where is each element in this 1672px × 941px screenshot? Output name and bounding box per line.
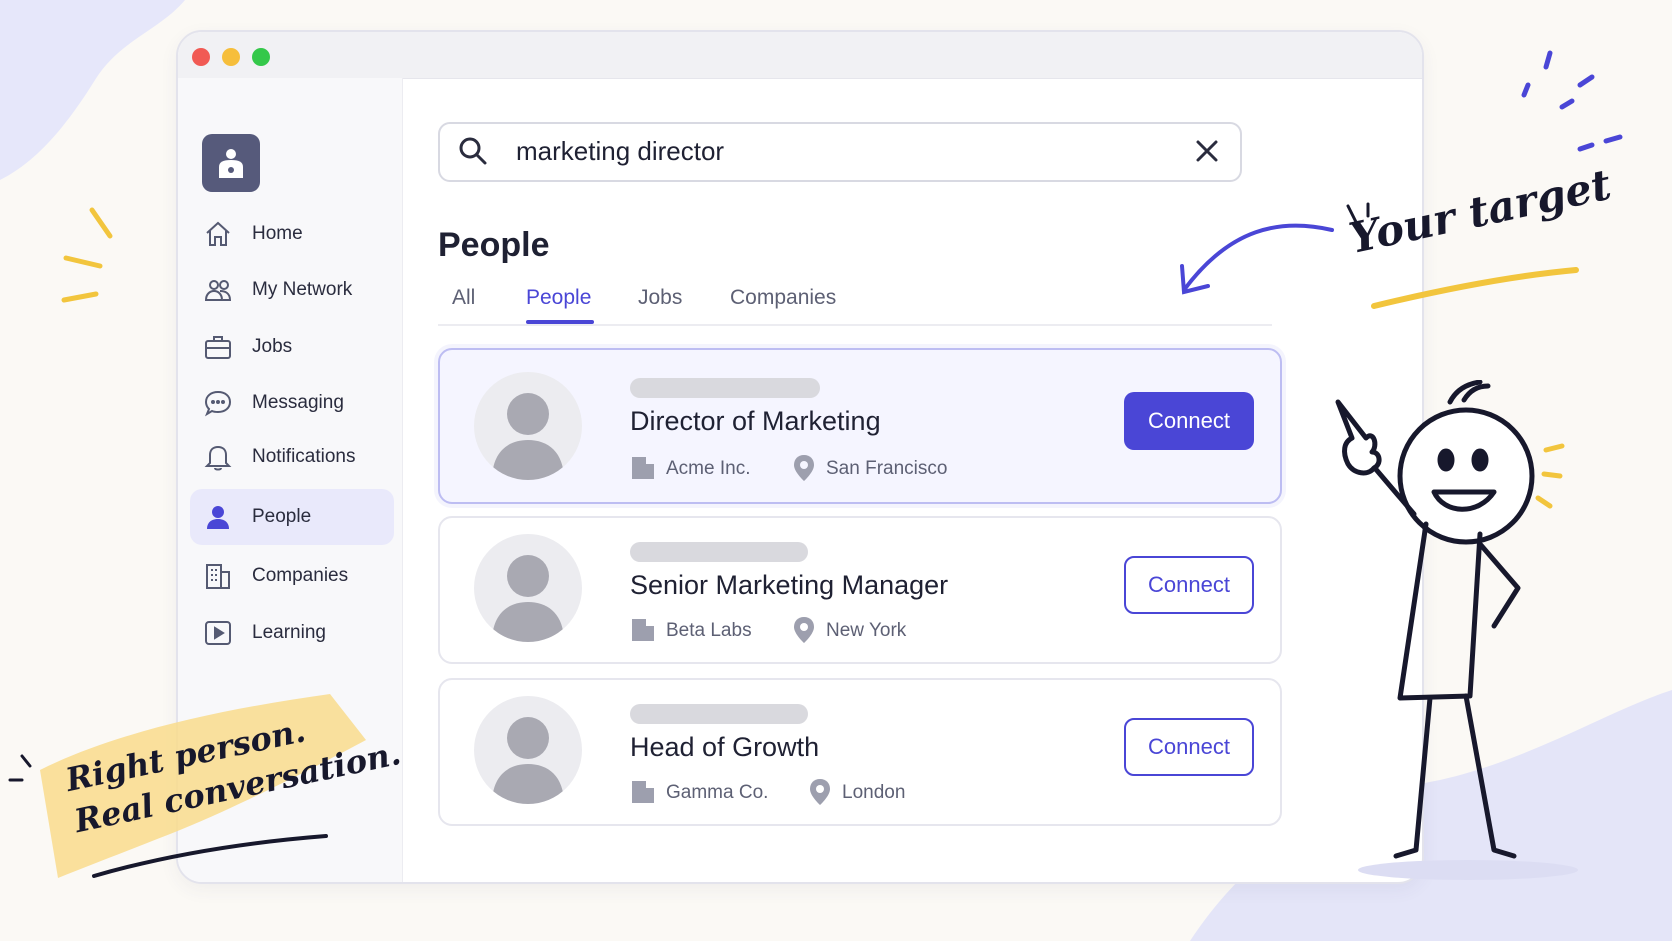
avatar: [474, 372, 582, 480]
home-icon: [206, 221, 230, 246]
person-title[interactable]: Head of Growth: [630, 732, 819, 763]
maximize-window-button[interactable]: [252, 48, 270, 66]
connect-button[interactable]: Connect: [1124, 392, 1254, 450]
tagline-emphasis-marks: [8, 754, 32, 782]
name-placeholder: [630, 542, 808, 562]
curved-arrow-icon: [1180, 223, 1334, 295]
company-name: Gamma Co.: [666, 782, 769, 803]
location-pin-icon: [794, 455, 814, 481]
emphasis-marks: [1346, 202, 1370, 224]
background-blob-top-left: [0, 0, 185, 180]
avatar-placeholder-icon: [492, 393, 564, 480]
section-title: People: [438, 226, 550, 264]
tab-all[interactable]: All: [452, 286, 475, 310]
company-name: Acme Inc.: [666, 458, 751, 479]
title-bar: [178, 32, 1422, 79]
person-title[interactable]: Director of Marketing: [630, 406, 881, 437]
target-underline: [1371, 267, 1579, 309]
building-icon: [632, 781, 654, 803]
avatar: [474, 534, 582, 642]
connect-button[interactable]: Connect: [1124, 556, 1254, 614]
sidebar-item-notifications[interactable]: Notifications: [190, 429, 394, 485]
filter-tabs: All People Jobs Companies: [438, 278, 1272, 326]
search-bar: [438, 122, 1242, 182]
result-card[interactable]: Senior Marketing Manager Beta Labs New Y…: [438, 516, 1282, 664]
search-icon: [459, 137, 487, 165]
avatar-placeholder-icon: [492, 555, 564, 642]
active-tab-indicator: [526, 320, 594, 324]
sidebar-item-label: Notifications: [252, 446, 356, 467]
location-name: San Francisco: [826, 458, 948, 479]
clear-search-icon[interactable]: [1194, 138, 1220, 164]
tab-people[interactable]: People: [526, 286, 591, 310]
sidebar-item-learning[interactable]: Learning: [190, 605, 394, 661]
building-icon: [632, 457, 654, 479]
name-placeholder: [630, 378, 820, 398]
person-icon: [207, 506, 229, 529]
sidebar-item-label: Jobs: [252, 336, 293, 357]
tab-companies[interactable]: Companies: [730, 286, 836, 310]
sidebar-item-messaging[interactable]: Messaging: [190, 375, 394, 431]
sidebar-item-label: Companies: [252, 565, 349, 586]
location-pin-icon: [810, 779, 830, 805]
sidebar-item-label: My Network: [252, 279, 353, 300]
play-icon: [205, 621, 231, 645]
result-card[interactable]: Director of Marketing Acme Inc. San Fran…: [438, 348, 1282, 504]
app-logo[interactable]: [202, 134, 260, 192]
network-icon: [204, 280, 232, 301]
sparkle-marks-left: [61, 207, 113, 303]
sidebar-item-companies[interactable]: Companies: [190, 548, 394, 604]
sidebar-item-label: People: [252, 506, 312, 527]
person-badge-icon: [219, 149, 243, 178]
bell-icon: [204, 445, 232, 471]
tab-jobs[interactable]: Jobs: [638, 286, 682, 310]
location-name: New York: [826, 620, 907, 641]
tagline-underline: [92, 834, 328, 878]
building-icon: [206, 564, 230, 589]
search-input[interactable]: [516, 134, 1156, 168]
location-name: London: [842, 782, 906, 803]
sidebar-item-people[interactable]: People: [190, 489, 394, 545]
main-content: People All People Jobs Companies Directo…: [402, 78, 1422, 882]
dash-marks-top-right: [1521, 50, 1623, 152]
person-title[interactable]: Senior Marketing Manager: [630, 570, 948, 601]
avatar-placeholder-icon: [492, 717, 564, 804]
connect-button[interactable]: Connect: [1124, 718, 1254, 776]
briefcase-icon: [205, 336, 231, 359]
sidebar-item-label: Learning: [252, 622, 326, 643]
location-pin-icon: [794, 617, 814, 643]
company-name: Beta Labs: [666, 620, 752, 641]
sidebar-item-label: Messaging: [252, 392, 344, 413]
result-card[interactable]: Head of Growth Gamma Co. London Connect: [438, 678, 1282, 826]
name-placeholder: [630, 704, 808, 724]
sidebar-item-label: Home: [252, 223, 303, 244]
chat-icon: [204, 390, 232, 417]
sidebar-item-my-network[interactable]: My Network: [190, 262, 394, 318]
building-icon: [632, 619, 654, 641]
close-window-button[interactable]: [192, 48, 210, 66]
sidebar-item-jobs[interactable]: Jobs: [190, 319, 394, 375]
sidebar-item-home[interactable]: Home: [190, 206, 394, 262]
stick-figure-illustration: [1335, 380, 1578, 880]
minimize-window-button[interactable]: [222, 48, 240, 66]
avatar: [474, 696, 582, 804]
